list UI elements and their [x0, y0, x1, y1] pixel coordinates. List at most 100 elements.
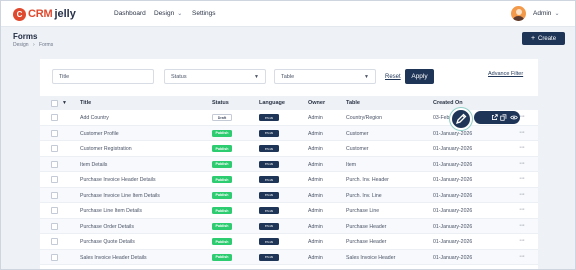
row-owner: Admin	[308, 254, 323, 261]
edit-row-button[interactable]	[450, 108, 472, 130]
table-row[interactable]: Purchase Order Details Publish en-us Admin P…	[40, 218, 538, 234]
more-dots-icon[interactable]: ···	[519, 253, 525, 260]
row-owner: Admin	[308, 161, 323, 168]
caret-down-icon[interactable]: ▼	[62, 100, 67, 106]
language-badge: en-us	[259, 176, 279, 183]
row-table: Purch. Inv. Line	[346, 192, 382, 199]
row-checkbox[interactable]	[51, 129, 58, 137]
nav-design[interactable]: Design ⌄	[154, 10, 182, 17]
row-table: Purchase Header	[346, 239, 387, 245]
table-row[interactable]: Purchase Quote Details Publish en-us Admin P…	[40, 234, 538, 250]
logo-badge: C	[13, 7, 26, 21]
table-row[interactable]: Purchase Line Item Details Publish en-us Ad…	[40, 203, 538, 219]
avatar[interactable]	[511, 6, 526, 21]
status-badge: Draft	[212, 114, 232, 121]
row-title[interactable]: Customer Registration	[80, 146, 132, 152]
nav-design-label: Design	[154, 10, 175, 17]
avatar-body	[513, 15, 524, 21]
col-language[interactable]: Language	[259, 100, 285, 106]
advance-filter-link[interactable]: Advance Filter	[488, 71, 523, 77]
copy-icon[interactable]	[499, 113, 508, 122]
row-table: Purch. Inv. Header	[346, 177, 389, 183]
row-owner: Admin	[308, 115, 323, 121]
row-title[interactable]: Purchase Quote Details	[80, 239, 135, 245]
status-badge: Publish	[212, 176, 232, 183]
app-frame: C CRM jelly Dashboard Design ⌄ Settings A…	[0, 0, 576, 270]
row-owner: Admin	[308, 239, 323, 245]
col-title[interactable]: Title	[80, 100, 91, 106]
status-badge: Publish	[212, 129, 232, 137]
more-dots-icon[interactable]: ···	[519, 175, 525, 182]
table-filter-select[interactable]: Table ▼	[274, 69, 376, 84]
more-dots-icon[interactable]: ···	[519, 222, 525, 229]
table-row[interactable]: Purchase Invoice Line Item Details Publis…	[40, 187, 538, 203]
row-owner: Admin	[308, 192, 323, 199]
status-filter-select[interactable]: Status ▼	[164, 69, 266, 84]
row-owner: Admin	[308, 146, 323, 152]
breadcrumb-design[interactable]: Design	[13, 42, 29, 48]
row-table: Purchase Header	[346, 223, 387, 230]
row-title[interactable]: Add Country	[80, 115, 109, 121]
table-row[interactable]: Item Details Publish en-us Admin Item 01-Janu…	[40, 156, 538, 172]
title-filter-input[interactable]: Title	[52, 69, 154, 84]
row-title[interactable]: Purchase Line Item Details	[80, 208, 142, 214]
more-dots-icon[interactable]: ···	[519, 144, 525, 151]
caret-down-icon: ▼	[254, 74, 259, 80]
caret-down-icon: ▼	[364, 74, 369, 80]
title-filter-placeholder: Title	[59, 73, 70, 80]
row-title[interactable]: Purchase Invoice Header Details	[80, 177, 156, 183]
row-table: Country/Region	[346, 115, 383, 121]
create-button[interactable]: + Create	[522, 32, 565, 45]
row-checkbox[interactable]	[51, 238, 58, 245]
language-badge: en-us	[259, 222, 279, 230]
row-checkbox[interactable]	[51, 222, 58, 230]
more-dots-icon[interactable]: ···	[519, 206, 525, 213]
col-created-on[interactable]: Created On	[433, 100, 463, 106]
row-title[interactable]: Item Details	[80, 162, 107, 168]
nav-dashboard[interactable]: Dashboard	[114, 10, 146, 17]
top-nav: C CRM jelly Dashboard Design ⌄ Settings A…	[1, 1, 575, 27]
eye-icon[interactable]	[509, 113, 518, 122]
apply-button[interactable]: Apply	[405, 69, 434, 84]
status-badge: Publish	[212, 160, 232, 168]
language-badge: en-us	[259, 129, 279, 137]
reset-link[interactable]: Reset	[385, 74, 401, 80]
row-checkbox[interactable]	[51, 114, 58, 121]
row-title[interactable]: Purchase Invoice Line Item Details	[80, 193, 160, 199]
col-status[interactable]: Status	[212, 100, 229, 106]
row-checkbox[interactable]	[51, 160, 58, 168]
select-all-checkbox[interactable]	[51, 100, 58, 107]
table-filter-placeholder: Table	[281, 73, 295, 80]
status-badge: Publish	[212, 222, 232, 230]
more-dots-icon[interactable]: ···	[519, 191, 525, 198]
user-menu[interactable]: Admin ⌄	[533, 10, 559, 17]
logo-text-crm: CRM	[28, 8, 53, 20]
more-dots-icon[interactable]: ···	[519, 160, 525, 167]
more-dots-icon[interactable]: ···	[519, 129, 525, 136]
table-row[interactable]: Customer Registration Publish en-us Admin Cu…	[40, 141, 538, 157]
logo[interactable]: C CRM jelly	[13, 6, 76, 22]
col-table[interactable]: Table	[346, 100, 360, 106]
row-checkbox[interactable]	[51, 176, 58, 183]
row-created-on: 01-January-2026	[433, 223, 473, 230]
row-checkbox[interactable]	[51, 253, 58, 261]
status-badge: Publish	[212, 253, 232, 261]
row-checkbox[interactable]	[51, 145, 58, 152]
breadcrumb-forms: Forms	[39, 42, 54, 48]
row-title[interactable]: Customer Profile	[80, 131, 119, 137]
row-table: Customer	[346, 146, 369, 152]
row-checkbox[interactable]	[51, 191, 58, 199]
col-owner[interactable]: Owner	[308, 100, 325, 106]
logo-text-jelly: jelly	[54, 8, 76, 20]
external-link-icon[interactable]	[490, 113, 499, 122]
more-dots-icon[interactable]: ···	[519, 237, 525, 244]
row-title[interactable]: Sales Invoice Header Details	[80, 255, 147, 261]
row-created-on: 01-January-2026	[433, 130, 473, 137]
table-row[interactable]: Sales Invoice Header Details Publish en-us…	[40, 249, 538, 265]
row-title[interactable]: Purchase Order Details	[80, 224, 134, 230]
language-badge: en-us	[259, 253, 279, 261]
row-checkbox[interactable]	[51, 207, 58, 214]
table-row[interactable]: Purchase Invoice Header Details Publish en…	[40, 172, 538, 188]
status-badge: Publish	[212, 207, 232, 214]
nav-settings[interactable]: Settings	[192, 10, 216, 17]
